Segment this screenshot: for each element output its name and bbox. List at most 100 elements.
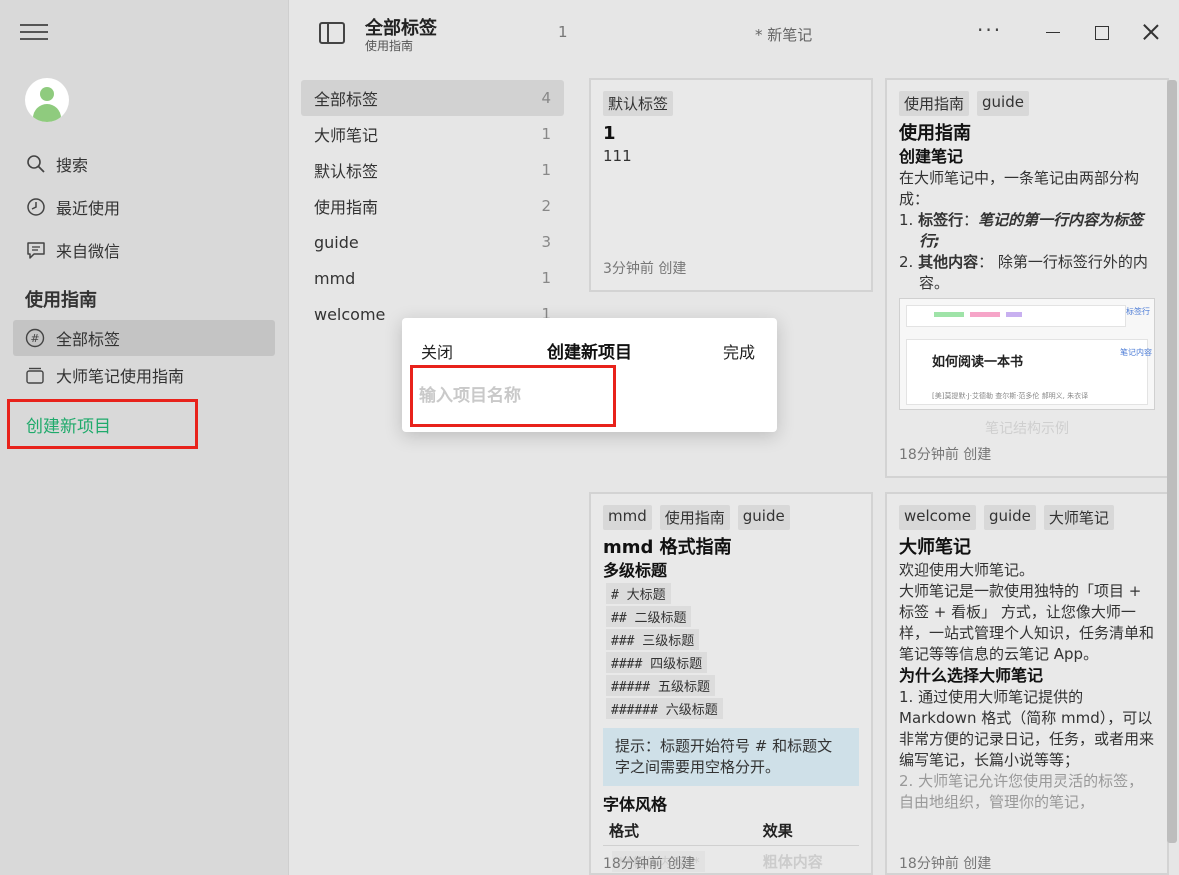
tip-box: 提示：标题开始符号 # 和标题文字之间需要用空格分开。: [603, 728, 859, 786]
heading-examples: # 大标题 ## 二级标题 ### 三级标题 #### 四级标题 ##### 五…: [603, 582, 859, 720]
nav-search[interactable]: 搜索: [25, 151, 88, 177]
note-heading: 字体风格: [603, 795, 668, 814]
note-tag[interactable]: guide: [983, 505, 1036, 530]
note-tag[interactable]: mmd: [603, 505, 652, 530]
tag-count: 3: [541, 233, 551, 251]
tag-label: 默认标签: [314, 162, 379, 181]
project-all-tags[interactable]: # 全部标签: [13, 320, 275, 356]
stack-icon: [25, 365, 45, 385]
nav-recent[interactable]: 最近使用: [25, 194, 120, 220]
nav-label: 搜索: [56, 156, 89, 175]
note-text: 在大师笔记中，一条笔记由两部分构成：: [899, 169, 1140, 208]
note-text: 欢迎使用大师笔记。: [899, 561, 1035, 579]
tag-row[interactable]: mmd 1: [301, 260, 564, 296]
tag-list: 全部标签 4 大师笔记 1 默认标签 1 使用指南 2 guide 3 mmd 1 welc…: [301, 80, 564, 332]
project-guide[interactable]: 大师笔记使用指南: [13, 357, 275, 393]
create-project-button[interactable]: 创建新项目: [7, 399, 198, 449]
hash-icon: #: [25, 328, 45, 348]
note-tag[interactable]: 默认标签: [603, 91, 674, 116]
note-tag[interactable]: guide: [737, 505, 790, 530]
list-item: 2. 其他内容： 除第一行标签行外的内容。: [899, 253, 1148, 292]
clock-icon: [25, 196, 47, 218]
image-caption: 笔记结构示例: [985, 421, 1069, 437]
search-icon: [25, 153, 47, 175]
new-note-button[interactable]: * 新笔记: [755, 24, 812, 45]
note-meta: 18分钟前 创建: [603, 856, 696, 872]
note-body: 111: [603, 147, 632, 165]
note-tag[interactable]: welcome: [899, 505, 976, 530]
note-text: 1. 通过使用大师笔记提供的 Markdown 格式（简称 mmd），可以非常方…: [899, 688, 1155, 769]
chat-icon: [25, 239, 47, 261]
code-span: #### 四级标题: [606, 652, 708, 673]
note-heading: 多级标题: [603, 561, 668, 580]
note-card[interactable]: mmd 使用指南 guide mmd 格式指南 多级标题 # 大标题 ## 二级…: [589, 492, 873, 875]
note-count: 1: [558, 23, 568, 41]
tag-count: 4: [541, 89, 551, 107]
section-title: 使用指南: [25, 290, 97, 311]
close-window-icon[interactable]: [1141, 22, 1161, 42]
more-icon[interactable]: ···: [977, 18, 1002, 42]
sidebar: 搜索 最近使用 来自微信 使用指南 # 全部标签 大师笔记使用指南 创建新项目: [0, 0, 289, 875]
project-name-highlight: [410, 365, 616, 427]
code-span: # 大标题: [606, 583, 671, 604]
tag-row[interactable]: 大师笔记 1: [301, 116, 564, 152]
create-project-dialog: 关闭 创建新项目 完成: [402, 318, 777, 432]
code-span: ## 二级标题: [606, 606, 692, 627]
maximize-icon[interactable]: [1095, 26, 1109, 40]
tag-label: 全部标签: [314, 90, 379, 109]
tag-label: welcome: [314, 304, 386, 324]
project-label: 大师笔记使用指南: [56, 367, 185, 386]
table-cell: 粗体内容: [762, 853, 823, 871]
note-structure-image: 标签行 笔记内容 如何阅读一本书 [美]莫提默·J·艾德勒 查尔斯·范多伦 郝明…: [899, 298, 1155, 410]
minimize-icon[interactable]: [1046, 32, 1060, 33]
tag-count: 1: [541, 269, 551, 287]
note-tag[interactable]: 使用指南: [899, 91, 970, 116]
nav-label: 最近使用: [56, 199, 121, 218]
project-label: 全部标签: [56, 330, 121, 349]
tag-row[interactable]: 默认标签 1: [301, 152, 564, 188]
nav-label: 来自微信: [56, 242, 121, 261]
note-meta: 18分钟前 创建: [899, 447, 992, 463]
note-title: 1: [603, 123, 616, 144]
hamburger-icon[interactable]: [20, 24, 48, 42]
tag-count: 1: [541, 125, 551, 143]
note-tag[interactable]: 使用指南: [659, 505, 730, 530]
topbar: 全部标签 使用指南 1 * 新笔记 ···: [289, 0, 1179, 66]
note-card[interactable]: 使用指南 guide 使用指南 创建笔记 在大师笔记中，一条笔记由两部分构成： …: [885, 78, 1169, 478]
note-card[interactable]: welcome guide 大师笔记 大师笔记 欢迎使用大师笔记。 大师笔记是一…: [885, 492, 1169, 875]
note-tag[interactable]: 大师笔记: [1043, 505, 1114, 530]
code-span: ##### 五级标题: [606, 675, 715, 696]
note-card[interactable]: 默认标签 1 111 3分钟前 创建: [589, 78, 873, 292]
svg-text:#: #: [30, 332, 39, 345]
page-subtitle: 使用指南: [365, 39, 414, 53]
tag-label: guide: [314, 232, 359, 252]
tag-label: 使用指南: [314, 198, 379, 217]
project-name-input[interactable]: [419, 384, 605, 408]
tag-label: mmd: [314, 268, 356, 288]
tag-row[interactable]: 使用指南 2: [301, 188, 564, 224]
note-list: 1. 标签行：笔记的第一行内容为标签行; 2. 其他内容： 除第一行标签行外的内…: [899, 210, 1155, 294]
dialog-done-button[interactable]: 完成: [723, 339, 755, 363]
note-heading: 为什么选择大师笔记: [899, 666, 1044, 685]
scrollbar[interactable]: [1167, 80, 1177, 843]
nav-wechat[interactable]: 来自微信: [25, 237, 120, 263]
tag-label: 大师笔记: [314, 126, 379, 145]
note-title: 使用指南: [899, 123, 971, 144]
code-span: ### 三级标题: [606, 629, 700, 650]
tag-row[interactable]: guide 3: [301, 224, 564, 260]
tag-count: 2: [541, 197, 551, 215]
table-header: 格式: [603, 816, 757, 846]
toggle-panel-icon[interactable]: [319, 22, 345, 44]
note-meta: 18分钟前 创建: [899, 856, 992, 872]
note-meta: 3分钟前 创建: [603, 261, 687, 277]
tag-count: 1: [541, 161, 551, 179]
note-heading: 创建笔记: [899, 147, 964, 166]
note-title: mmd 格式指南: [603, 537, 732, 558]
avatar[interactable]: [25, 78, 69, 122]
note-title: 大师笔记: [899, 537, 971, 558]
tag-row[interactable]: 全部标签 4: [301, 80, 564, 116]
dialog-title: 创建新项目: [547, 343, 632, 363]
list-item: 1. 标签行：笔记的第一行内容为标签行;: [899, 211, 1144, 250]
note-text: 2. 大师笔记允许您使用灵活的标签，自由地组织，管理你的笔记，: [899, 772, 1144, 811]
note-tag[interactable]: guide: [977, 91, 1029, 116]
